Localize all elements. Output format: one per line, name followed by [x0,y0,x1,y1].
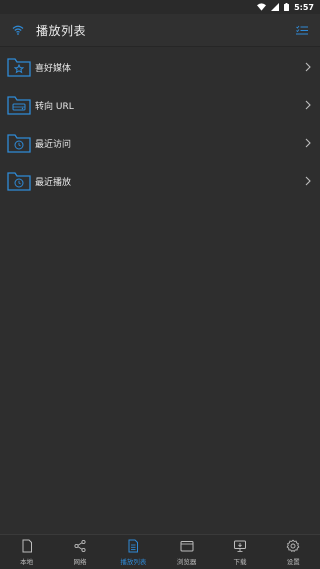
nav-label: 设置 [286,558,300,566]
status-time: 5:57 [294,2,314,12]
chevron-right-icon [305,62,311,72]
nav-item-network[interactable]: 网络 [53,535,106,569]
wifi-icon[interactable] [0,14,36,47]
checklist-icon[interactable] [292,20,312,40]
folder-clock-icon [7,172,31,191]
browser-icon [180,541,194,552]
status-bar: 5:57 [0,0,320,14]
chevron-right-icon [305,138,311,148]
nav-item-download[interactable]: 下载 [213,535,266,569]
file-icon [22,539,32,553]
nav-item-settings[interactable]: 设置 [267,535,320,569]
list-item-favorites[interactable]: 喜好媒体 [0,48,320,86]
nav-label: 播放列表 [120,558,147,566]
folder-clock-icon [7,134,31,153]
folder-drive-icon [7,96,31,115]
folder-star-icon [7,58,31,77]
battery-icon [284,3,290,11]
nav-item-playlist[interactable]: 播放列表 [107,535,160,569]
chevron-right-icon [305,100,311,110]
nav-label: 下载 [233,558,247,566]
nav-label: 网络 [73,558,87,566]
download-icon [233,540,246,552]
app-bar: 播放列表 [0,14,320,47]
list-item-recent-visits[interactable]: 最近访问 [0,124,320,162]
playlist-list: 喜好媒体 转向 URL 最近访问 最近播放 [0,48,320,200]
signal-icon [271,3,280,11]
chevron-right-icon [305,176,311,186]
list-item-label: 喜好媒体 [35,63,72,74]
nav-item-local[interactable]: 本地 [0,535,53,569]
nav-label: 本地 [20,558,34,566]
nav-item-browser[interactable]: 浏览器 [160,535,213,569]
playlist-icon [128,539,139,553]
list-item-recent-plays[interactable]: 最近播放 [0,162,320,200]
page-title: 播放列表 [36,23,87,38]
gear-icon [286,539,300,553]
bottom-nav: 本地 网络 播放列表 浏览器 下载 设置 [0,534,320,569]
wifi-status-icon [257,3,267,11]
list-item-label: 最近访问 [35,139,72,150]
list-item-url[interactable]: 转向 URL [0,86,320,124]
list-item-label: 最近播放 [35,177,72,188]
nav-label: 浏览器 [176,558,197,566]
list-item-label: 转向 URL [35,101,74,112]
share-icon [74,539,86,553]
